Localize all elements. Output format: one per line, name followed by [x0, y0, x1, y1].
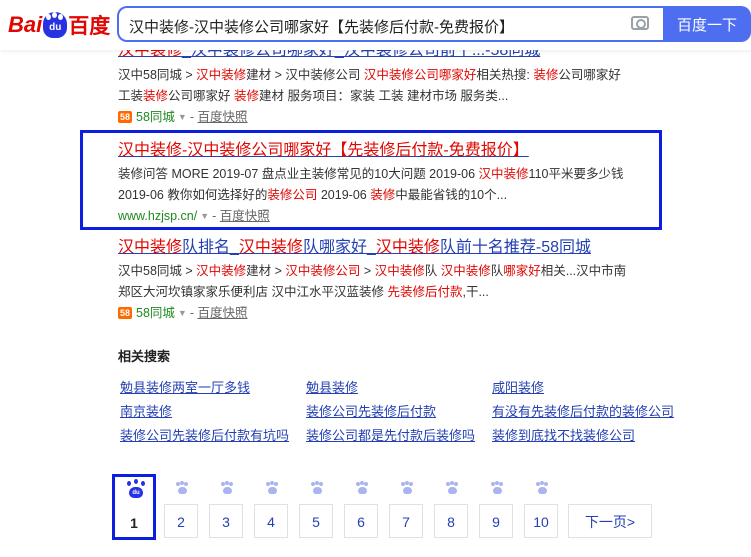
search-result: 汉中装修_汉中装修公司哪家好_汉中装修公司前十...-58同城 汉中58同城 >…	[118, 40, 678, 127]
page-link-6[interactable]: 6	[344, 504, 378, 538]
search-box[interactable]	[117, 6, 663, 42]
result-meta: 58 58同城 ▼ - 百度快照	[118, 107, 678, 127]
cache-link[interactable]: 百度快照	[197, 107, 247, 127]
paw-icon	[221, 481, 233, 494]
paw-icon	[311, 481, 323, 494]
result-source[interactable]: 58同城	[136, 303, 175, 323]
search-button[interactable]: 百度一下	[663, 6, 751, 42]
related-search-link[interactable]: 咸阳装修	[492, 377, 544, 396]
paw-icon	[356, 481, 368, 494]
related-search-link[interactable]: 勉县装修	[306, 377, 358, 396]
search-header: Bai du 百度 百度一下	[0, 0, 751, 50]
page-link-7[interactable]: 7	[389, 504, 423, 538]
related-searches-title: 相关搜索	[118, 349, 171, 364]
result-abstract: 汉中58同城 > 汉中装修建材 > 汉中装修公司 > 汉中装修队 汉中装修队哪家…	[118, 264, 627, 299]
result-abstract: 汉中58同城 > 汉中装修建材 > 汉中装修公司 汉中装修公司哪家好相关热搜: …	[118, 68, 621, 103]
page-link-2[interactable]: 2	[164, 504, 198, 538]
page-link-4[interactable]: 4	[254, 504, 288, 538]
logo-text-bai: Bai	[8, 12, 43, 37]
cache-link[interactable]: 百度快照	[197, 303, 247, 323]
result-meta: 58 58同城 ▼ - 百度快照	[118, 303, 678, 323]
paw-icon: du	[43, 12, 68, 38]
page-number-current: 1	[130, 515, 138, 531]
58-icon: 58	[118, 111, 132, 123]
logo-text-baidu: 百度	[68, 15, 111, 38]
camera-icon[interactable]	[631, 16, 649, 30]
paw-icon	[446, 481, 458, 494]
page-link-8[interactable]: 8	[434, 504, 468, 538]
page-link-5[interactable]: 5	[299, 504, 333, 538]
result-source[interactable]: 58同城	[136, 107, 175, 127]
page-link-9[interactable]: 9	[479, 504, 513, 538]
result-title-link[interactable]: 汉中装修队排名_汉中装修队哪家好_汉中装修队前十名推荐-58同城	[118, 237, 678, 259]
page-link-3[interactable]: 3	[209, 504, 243, 538]
related-search-link[interactable]: 装修公司都是先付款后装修吗	[306, 425, 475, 444]
page-current: du 1	[112, 474, 156, 540]
paw-icon	[401, 481, 413, 494]
related-search-link[interactable]: 有没有先装修后付款的装修公司	[492, 401, 674, 420]
related-search-link[interactable]: 装修到底找不找装修公司	[492, 425, 635, 444]
chevron-down-icon[interactable]: ▼	[178, 107, 187, 127]
58-icon: 58	[118, 307, 132, 319]
related-search-link[interactable]: 装修公司先装修后付款	[306, 401, 436, 420]
search-result: 汉中装修队排名_汉中装修队哪家好_汉中装修队前十名推荐-58同城 汉中58同城 …	[118, 237, 678, 323]
page-link-10[interactable]: 10	[524, 504, 558, 538]
paw-icon	[266, 481, 278, 494]
search-input[interactable]	[127, 14, 621, 38]
related-search-link[interactable]: 勉县装修两室一厅多钱	[120, 377, 250, 396]
highlight-box	[80, 130, 662, 230]
paw-icon: du	[127, 479, 145, 499]
paw-icon	[176, 481, 188, 494]
baidu-logo[interactable]: Bai du 百度	[8, 8, 110, 42]
paw-icon	[491, 481, 503, 494]
chevron-down-icon[interactable]: ▼	[178, 303, 187, 323]
related-search-link[interactable]: 装修公司先装修后付款有坑吗	[120, 425, 289, 444]
related-search-link[interactable]: 南京装修	[120, 401, 172, 420]
next-page-button[interactable]: 下一页>	[568, 504, 652, 538]
paw-icon	[536, 481, 548, 494]
